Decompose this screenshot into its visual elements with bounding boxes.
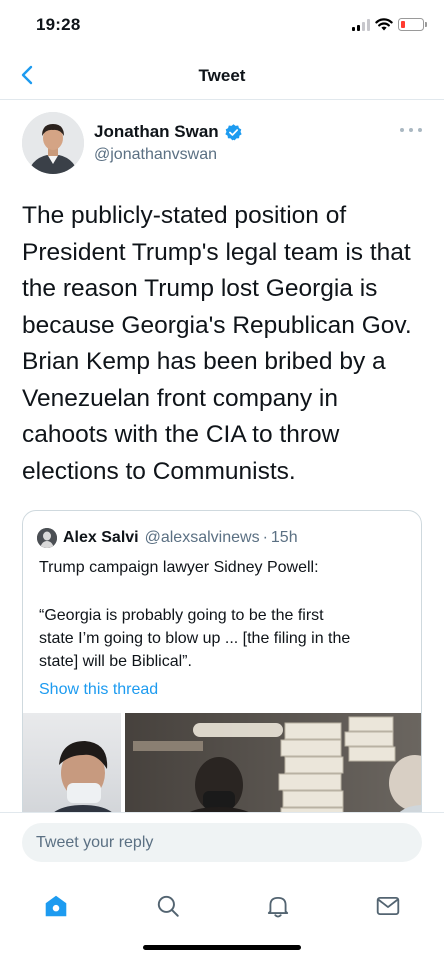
quoted-tweet-card[interactable]: Alex Salvi @alexsalvinews · 15h Trump ca… xyxy=(22,510,422,830)
status-bar: 19:28 xyxy=(0,0,444,50)
wifi-icon xyxy=(375,18,393,31)
quoted-author-avatar xyxy=(37,528,57,548)
author-handle: @jonathanvswan xyxy=(94,146,217,163)
tweet-text-line: Brian Kemp has been bribed by a xyxy=(22,348,386,375)
reply-input[interactable]: Tweet your reply xyxy=(22,823,422,862)
quoted-tweet-line: state I’m going to blow up ... [the fili… xyxy=(39,630,351,647)
quoted-timestamp: 15h xyxy=(270,529,298,546)
quoted-tweet-line: “Georgia is probably going to be the fir… xyxy=(39,607,324,624)
search-icon xyxy=(157,895,179,917)
more-dot xyxy=(400,128,404,132)
author-name[interactable]: Jonathan Swan xyxy=(94,122,243,142)
tweet-text-line: the reason Trump lost Georgia is xyxy=(22,275,378,302)
tab-home[interactable] xyxy=(34,884,78,928)
tweet-text-line: Venezuelan front company in xyxy=(22,384,338,412)
author-name-text: Jonathan Swan xyxy=(94,122,219,141)
more-options-button[interactable] xyxy=(400,122,422,138)
quoted-tweet-line: Trump campaign lawyer Sidney Powell: xyxy=(39,559,319,576)
tweet-text: The publicly-stated position of Presiden… xyxy=(22,198,426,490)
more-dot xyxy=(418,128,422,132)
tweet-text-line: because Georgia's Republican Gov. xyxy=(22,311,412,339)
tab-notifications[interactable] xyxy=(256,884,300,928)
tweet-text-line: President Trump's legal team is that xyxy=(22,238,411,266)
home-indicator[interactable] xyxy=(143,945,301,950)
tweet-text-line: The publicly-stated position of xyxy=(22,202,347,229)
show-thread-link[interactable]: Show this thread xyxy=(39,681,158,699)
page-title: Tweet xyxy=(198,66,246,85)
quoted-author-name: Alex Salvi xyxy=(63,529,139,546)
quoted-tweet-line: state] will be Biblical”. xyxy=(39,653,192,670)
tab-search[interactable] xyxy=(146,884,190,928)
quoted-author-handle: @alexsalvinews xyxy=(144,529,260,546)
tweet-text-line: elections to Communists. xyxy=(22,457,296,485)
home-icon xyxy=(45,895,67,917)
status-time: 19:28 xyxy=(36,15,81,34)
bell-icon xyxy=(267,896,289,918)
cellular-signal-icon xyxy=(352,19,372,31)
tab-messages[interactable] xyxy=(366,884,410,928)
nav-bar: Tweet xyxy=(0,50,444,100)
mail-icon xyxy=(376,896,400,916)
battery-icon xyxy=(398,18,427,31)
tweet-text-line: cahoots with the CIA to throw xyxy=(22,421,340,448)
quoted-separator: · xyxy=(262,529,268,546)
quoted-tweet-header: Alex Salvi @alexsalvinews · 15h xyxy=(37,527,298,549)
avatar-photo xyxy=(22,112,84,174)
verified-badge-icon xyxy=(225,123,242,140)
author-avatar[interactable] xyxy=(22,112,84,174)
more-dot xyxy=(409,128,413,132)
